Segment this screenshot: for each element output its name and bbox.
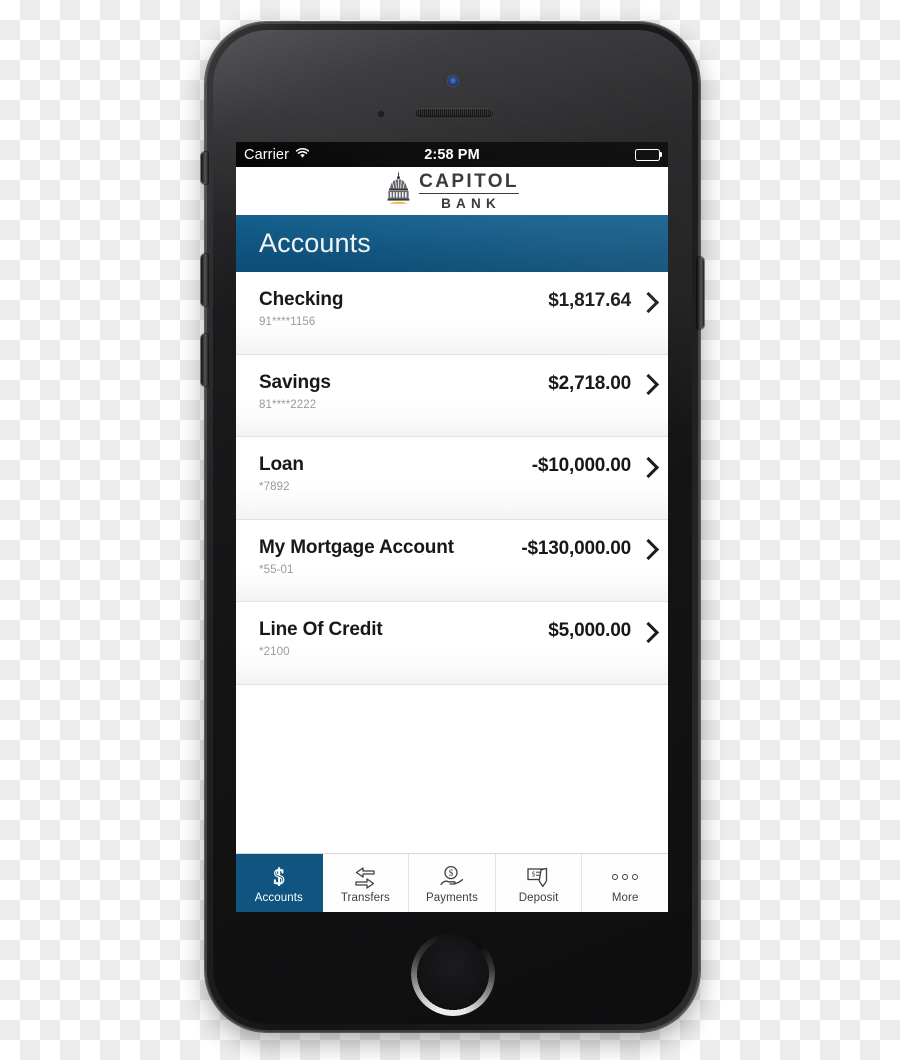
- tab-label: Payments: [426, 892, 478, 905]
- home-button-ring: [410, 932, 495, 1016]
- chevron-right-icon[interactable]: [637, 373, 660, 396]
- account-balance-group: -$10,000.00: [531, 454, 660, 478]
- tab-more[interactable]: More: [582, 854, 668, 912]
- svg-text:$: $: [531, 871, 535, 879]
- account-name: Checking: [259, 289, 344, 310]
- tab-accounts[interactable]: $ Accounts: [236, 854, 323, 912]
- account-balance-group: -$130,000.00: [521, 537, 660, 561]
- brand-name-line1: CAPITOL: [419, 170, 519, 194]
- tab-label: Transfers: [340, 892, 390, 905]
- account-row-checking[interactable]: Checking 91****1156 $1,817.64: [236, 272, 668, 355]
- battery-icon: [635, 148, 663, 161]
- account-number: *2100: [259, 646, 290, 659]
- account-balance: $2,718.00: [548, 372, 631, 394]
- account-balance-group: $5,000.00: [548, 619, 660, 643]
- accounts-list: Checking 91****1156 $1,817.64 Savings 81…: [236, 272, 668, 865]
- wifi-icon: [295, 147, 310, 163]
- bottom-tab-bar: $ Accounts Transfers $ Payments $ Deposi…: [236, 853, 668, 912]
- chevron-right-icon[interactable]: [637, 456, 660, 478]
- account-number: *7892: [259, 481, 290, 494]
- account-row-savings[interactable]: Savings 81****2222 $2,718.00: [236, 354, 668, 437]
- page-header: Accounts: [236, 215, 668, 272]
- status-bar-right: [635, 148, 663, 161]
- brand-name-line2: BANK: [441, 195, 501, 211]
- transfer-arrows-icon: [352, 864, 378, 890]
- status-bar: Carrier 2:58 PM: [236, 142, 668, 167]
- phone-device: Carrier 2:58 PM CAPITOL BANK Accounts Ch…: [201, 22, 704, 1032]
- svg-text:$: $: [449, 868, 454, 878]
- silent-switch[interactable]: [201, 152, 208, 184]
- power-button[interactable]: [697, 257, 704, 329]
- account-balance: -$10,000.00: [531, 455, 631, 476]
- check-deposit-icon: $: [525, 864, 553, 890]
- account-number: 91****1156: [259, 316, 316, 329]
- chevron-right-icon[interactable]: [637, 291, 660, 313]
- hand-coin-icon: $: [438, 864, 466, 890]
- speaker-grille: [414, 108, 493, 117]
- page-title: Accounts: [259, 228, 371, 258]
- account-row-loan[interactable]: Loan *7892 -$10,000.00: [236, 437, 668, 520]
- carrier-label: Carrier: [244, 146, 290, 163]
- account-row-mortgage[interactable]: My Mortgage Account *55-01 -$130,000.00: [236, 519, 668, 602]
- account-name: Savings: [259, 371, 331, 393]
- volume-up-button[interactable]: [201, 254, 208, 306]
- tab-label: Deposit: [518, 892, 559, 905]
- tab-label: Accounts: [254, 892, 303, 905]
- ellipsis-icon: [612, 864, 639, 890]
- account-row-line-of-credit[interactable]: Line Of Credit *2100 $5,000.00: [236, 602, 668, 685]
- account-info: Checking 91****1156: [259, 289, 343, 328]
- sensor-icon: [378, 111, 384, 117]
- account-balance-group: $1,817.64: [548, 289, 660, 313]
- account-name: Loan: [259, 454, 304, 475]
- tab-payments[interactable]: $ Payments: [409, 854, 496, 912]
- account-name: Line Of Credit: [259, 619, 383, 640]
- tab-transfers[interactable]: Transfers: [323, 854, 410, 912]
- chevron-right-icon[interactable]: [637, 621, 660, 643]
- brand-logo-bar: CAPITOL BANK: [236, 167, 668, 215]
- tab-label: More: [611, 892, 639, 905]
- phone-screen: Carrier 2:58 PM CAPITOL BANK Accounts Ch…: [236, 142, 668, 912]
- list-empty-space: [236, 684, 668, 865]
- brand-wordmark: CAPITOL BANK: [419, 172, 519, 211]
- account-balance-group: $2,718.00: [548, 372, 660, 396]
- status-bar-left: Carrier: [244, 147, 310, 163]
- account-name: My Mortgage Account: [259, 536, 454, 558]
- svg-text:$: $: [273, 865, 284, 889]
- chevron-right-icon[interactable]: [637, 538, 660, 561]
- account-info: My Mortgage Account *55-01: [259, 537, 454, 576]
- dollar-sign-icon: $: [269, 864, 289, 890]
- account-info: Line Of Credit *2100: [259, 619, 383, 658]
- camera-icon: [447, 76, 458, 86]
- tab-deposit[interactable]: $ Deposit: [496, 854, 583, 912]
- account-info: Savings 81****2222: [259, 372, 331, 411]
- account-balance: $5,000.00: [548, 620, 631, 641]
- home-button[interactable]: [410, 932, 495, 1016]
- volume-down-button[interactable]: [201, 334, 208, 386]
- account-info: Loan *7892: [259, 454, 304, 493]
- capitol-dome-logo: [385, 172, 412, 210]
- account-number: 81****2222: [259, 398, 317, 411]
- account-number: *55-01: [259, 563, 294, 576]
- account-balance: $1,817.64: [548, 290, 631, 311]
- account-balance: -$130,000.00: [521, 537, 631, 559]
